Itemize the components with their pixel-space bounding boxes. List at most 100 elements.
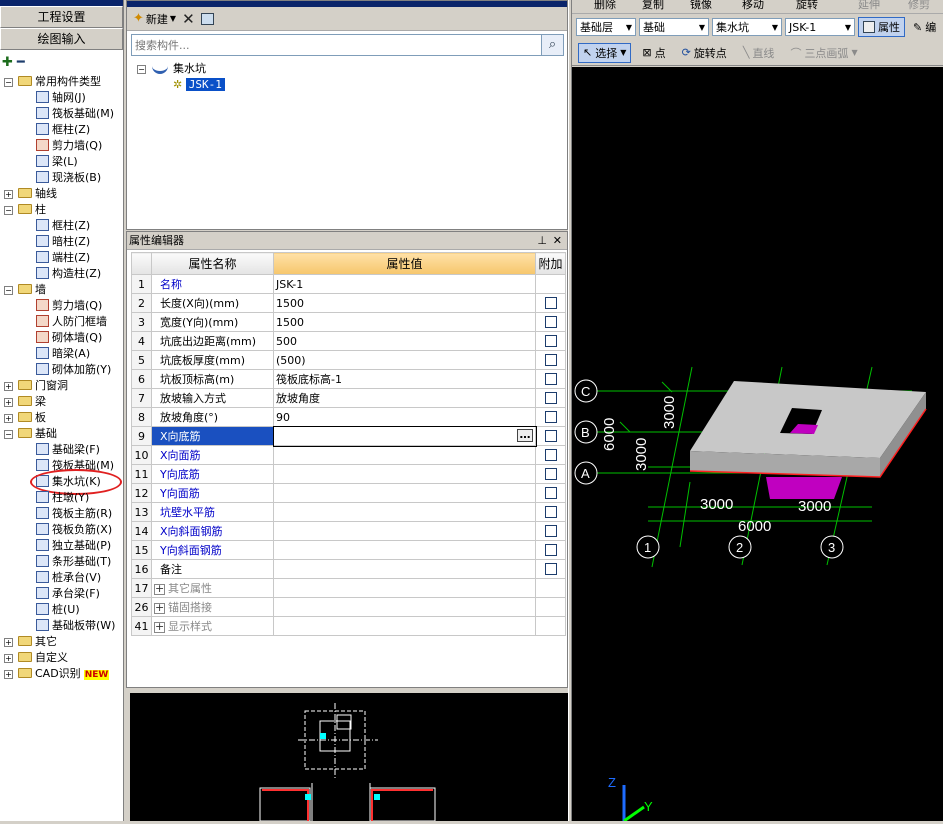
extra-checkbox[interactable] xyxy=(544,429,557,442)
edit-tool-5[interactable]: 延伸 xyxy=(858,0,880,12)
extra-checkbox[interactable] xyxy=(544,486,557,499)
property-row[interactable]: 4 坑底出边距离(mm) 500 xyxy=(131,331,566,351)
header-property-value[interactable]: 属性值 xyxy=(273,252,536,275)
property-row[interactable]: 3 宽度(Y向)(mm) 1500 xyxy=(131,312,566,332)
extra-checkbox[interactable] xyxy=(544,505,557,518)
property-name[interactable]: + 其它属性 xyxy=(151,578,274,598)
layer-select[interactable]: 基础层 ▼ xyxy=(576,18,636,36)
property-name[interactable]: 备注 xyxy=(151,559,274,579)
property-value-cell[interactable] xyxy=(273,597,536,617)
property-row[interactable]: 1 名称 JSK-1 xyxy=(131,274,566,294)
property-name[interactable]: 放坡角度(°) xyxy=(151,407,274,427)
expand-toggle-icon[interactable]: + xyxy=(4,670,13,679)
extra-checkbox[interactable] xyxy=(544,372,557,385)
copy-icon[interactable] xyxy=(200,12,214,25)
property-row[interactable]: 12 Y向面筋 xyxy=(131,483,566,503)
extra-checkbox[interactable] xyxy=(544,391,557,404)
property-name[interactable]: X向面筋 xyxy=(151,445,274,465)
property-name[interactable]: + 显示样式 xyxy=(151,616,274,636)
property-row[interactable]: 16 备注 xyxy=(131,559,566,579)
expand-group-icon[interactable]: + xyxy=(154,583,165,595)
property-row[interactable]: 11 Y向底筋 xyxy=(131,464,566,484)
property-name[interactable]: 长度(X向)(mm) xyxy=(151,293,274,313)
property-row[interactable]: 14 X向斜面钢筋 xyxy=(131,521,566,541)
property-row[interactable]: 13 坑壁水平筋 xyxy=(131,502,566,522)
ellipsis-button[interactable]: … xyxy=(517,429,533,442)
edit-tool-0[interactable]: 删除 xyxy=(594,0,616,12)
property-value-cell[interactable]: JSK-1 xyxy=(273,274,536,294)
search-input[interactable] xyxy=(132,35,542,55)
select-button[interactable]: ↖ 选择 ▼ xyxy=(578,42,632,63)
property-name[interactable]: 名称 xyxy=(151,274,274,294)
property-row[interactable]: 2 长度(X向)(mm) 1500 xyxy=(131,293,566,313)
property-row[interactable]: 6 坑板顶标高(m) 筏板底标高-1 xyxy=(131,369,566,389)
property-row[interactable]: 7 放坡输入方式 放坡角度 xyxy=(131,388,566,408)
property-value-cell[interactable] xyxy=(273,521,536,541)
property-row[interactable]: 41 + 显示样式 xyxy=(131,616,566,636)
property-value-cell[interactable]: (500) xyxy=(273,350,536,370)
tree-node-jsk1[interactable]: ✲ JSK-1 xyxy=(137,77,225,93)
search-icon[interactable]: ⌕ xyxy=(541,35,563,55)
property-row[interactable]: 5 坑底板厚度(mm) (500) xyxy=(131,350,566,370)
property-name[interactable]: Y向斜面钢筋 xyxy=(151,540,274,560)
property-value-cell[interactable] xyxy=(273,578,536,598)
edit-tool-6[interactable]: 修剪 xyxy=(908,0,930,12)
collapse-toggle-icon[interactable]: − xyxy=(137,65,146,74)
extra-checkbox[interactable] xyxy=(544,334,557,347)
point-button[interactable]: ⊠ 点 xyxy=(637,43,670,63)
expand-group-icon[interactable]: + xyxy=(154,621,165,633)
collapse-toggle-icon[interactable]: − xyxy=(4,430,13,439)
expand-toggle-icon[interactable]: + xyxy=(4,190,13,199)
edit-button[interactable]: ✎ 编 xyxy=(908,17,941,37)
extra-checkbox[interactable] xyxy=(544,315,557,328)
rotate-point-button[interactable]: ⟳ 旋转点 xyxy=(677,43,732,63)
expand-toggle-icon[interactable]: + xyxy=(4,414,13,423)
pin-icon[interactable]: ⊥ xyxy=(537,232,547,250)
property-value-cell[interactable]: 筏板底标高-1 xyxy=(273,369,536,389)
close-icon[interactable]: ✕ xyxy=(553,232,562,250)
edit-tool-1[interactable]: 复制 xyxy=(642,0,664,12)
property-value-cell[interactable]: 1500 xyxy=(273,312,536,332)
property-button[interactable]: 属性 xyxy=(858,17,905,37)
collapse-toggle-icon[interactable]: − xyxy=(4,206,13,215)
property-name[interactable]: X向底筋 xyxy=(151,426,274,446)
project-settings-button[interactable]: 工程设置 xyxy=(0,6,123,28)
extra-checkbox[interactable] xyxy=(544,448,557,461)
property-value-cell[interactable] xyxy=(273,502,536,522)
property-value-cell[interactable] xyxy=(273,616,536,636)
property-value-cell[interactable]: 1500 xyxy=(273,293,536,313)
edit-tool-4[interactable]: 旋转 xyxy=(796,0,818,12)
property-value-cell[interactable] xyxy=(273,540,536,560)
edit-tool-3[interactable]: 移动 xyxy=(742,0,764,12)
drawing-input-button[interactable]: 绘图输入 xyxy=(0,28,123,50)
header-property-name[interactable]: 属性名称 xyxy=(151,252,274,275)
property-value-cell[interactable] xyxy=(273,464,536,484)
property-name[interactable]: X向斜面钢筋 xyxy=(151,521,274,541)
3d-viewport[interactable]: CBA 123 3000 3000 6000 6000 3000 3000 Z … xyxy=(572,67,943,823)
property-name[interactable]: 放坡输入方式 xyxy=(151,388,274,408)
property-value-cell[interactable]: 90 xyxy=(273,407,536,427)
property-value-cell[interactable] xyxy=(273,559,536,579)
property-row[interactable]: 10 X向面筋 xyxy=(131,445,566,465)
collapse-toggle-icon[interactable]: − xyxy=(4,78,13,87)
property-value-cell[interactable]: … xyxy=(272,425,537,447)
property-name[interactable]: + 锚固搭接 xyxy=(151,597,274,617)
property-row[interactable]: 8 放坡角度(°) 90 xyxy=(131,407,566,427)
extra-checkbox[interactable] xyxy=(544,467,557,480)
expand-toggle-icon[interactable]: + xyxy=(4,382,13,391)
expand-toggle-icon[interactable]: + xyxy=(4,654,13,663)
collapse-all-icon[interactable]: ━ xyxy=(17,55,25,70)
property-name[interactable]: 坑底板厚度(mm) xyxy=(151,350,274,370)
property-name[interactable]: 坑底出边距离(mm) xyxy=(151,331,274,351)
category-select[interactable]: 基础 ▼ xyxy=(639,18,709,36)
property-name[interactable]: Y向底筋 xyxy=(151,464,274,484)
property-value-cell[interactable] xyxy=(273,445,536,465)
line-button[interactable]: ╲ 直线 xyxy=(738,43,780,63)
component-name-select[interactable]: JSK-1 ▼ xyxy=(785,18,855,36)
expand-toggle-icon[interactable]: + xyxy=(4,398,13,407)
extra-checkbox[interactable] xyxy=(544,562,557,575)
expand-all-icon[interactable]: ✚ xyxy=(2,55,13,70)
tree-node-sump[interactable]: − 集水坑 xyxy=(137,61,225,77)
property-value-cell[interactable] xyxy=(273,483,536,503)
property-name[interactable]: Y向面筋 xyxy=(151,483,274,503)
